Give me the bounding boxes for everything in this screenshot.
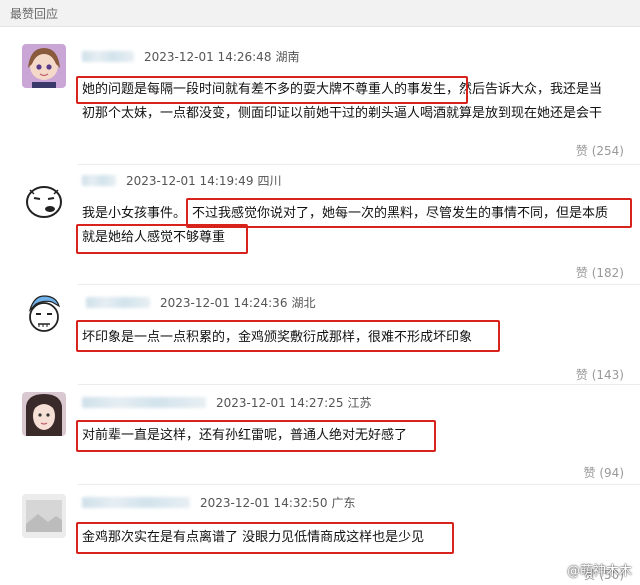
username[interactable] (82, 397, 206, 408)
timestamp: 2023-12-01 14:32:50 (200, 495, 328, 510)
comment-meta: 2023-12-01 14:32:50 广东 (82, 494, 355, 511)
comment-item: 2023-12-01 14:27:25 江苏 对前辈一直是这样，还有孙红雷呢，普… (0, 386, 640, 486)
timestamp: 2023-12-01 14:27:25 (216, 395, 344, 410)
divider (78, 384, 640, 385)
location: 湖南 (275, 50, 300, 64)
like-button[interactable]: 赞 (254) (576, 142, 624, 159)
highlight-box (76, 224, 248, 254)
like-button[interactable]: 赞 (182) (576, 264, 624, 281)
comment-item: 2023-12-01 14:19:49 四川 我是小女孩事件。 不过我感觉你说对了… (0, 166, 640, 284)
location: 四川 (257, 174, 282, 188)
divider (78, 484, 640, 485)
username[interactable] (86, 297, 150, 308)
timestamp: 2023-12-01 14:24:36 (160, 295, 288, 310)
comment-item: 2023-12-01 14:26:48 湖南 她的问题是每隔一段时间就有差不多的… (0, 36, 640, 166)
like-button[interactable]: 赞 (143) (576, 366, 624, 383)
highlight-box (76, 420, 436, 452)
comment-text-plain: 我是小女孩事件。 (82, 206, 187, 221)
highlight-box (76, 522, 454, 554)
comment-meta: 2023-12-01 14:19:49 四川 (82, 172, 281, 189)
avatar[interactable] (22, 494, 66, 538)
comment-meta: 2023-12-01 14:24:36 湖北 (86, 294, 315, 311)
username[interactable] (82, 175, 116, 186)
avatar[interactable] (22, 292, 66, 336)
highlight-box (186, 198, 632, 228)
timestamp: 2023-12-01 14:26:48 (144, 49, 272, 64)
highlight-box (76, 76, 468, 104)
location: 江苏 (347, 396, 372, 410)
section-header: 最赞回应 (0, 0, 640, 27)
watermark: @萌神木木 (566, 564, 632, 579)
divider (78, 284, 640, 285)
comment-item: 2023-12-01 14:32:50 广东 金鸡那次实在是有点离谱了 没眼力见… (0, 486, 640, 585)
avatar[interactable] (22, 44, 66, 88)
comment-item: 2023-12-01 14:24:36 湖北 坏印象是一点一点积累的，金鸡颁奖敷… (0, 286, 640, 386)
timestamp: 2023-12-01 14:19:49 (126, 173, 254, 188)
location: 广东 (331, 496, 356, 510)
avatar[interactable] (22, 392, 66, 436)
highlight-box (76, 320, 500, 352)
comment-meta: 2023-12-01 14:27:25 江苏 (82, 394, 371, 411)
username[interactable] (82, 51, 134, 62)
section-title: 最赞回应 (10, 7, 59, 21)
divider (78, 164, 640, 165)
username[interactable] (82, 497, 190, 508)
avatar[interactable] (22, 178, 66, 222)
like-button[interactable]: 赞 (94) (584, 464, 624, 481)
location: 湖北 (291, 296, 316, 310)
comment-meta: 2023-12-01 14:26:48 湖南 (82, 48, 299, 65)
comment-text-line2: 初那个太妹，一点都没变，侧面印证以前她干过的剃头逼人喝酒就算是放到现在她还是会干 (82, 106, 603, 121)
comment-text-rest: ，然后告诉大众，我还是当 (446, 82, 603, 97)
